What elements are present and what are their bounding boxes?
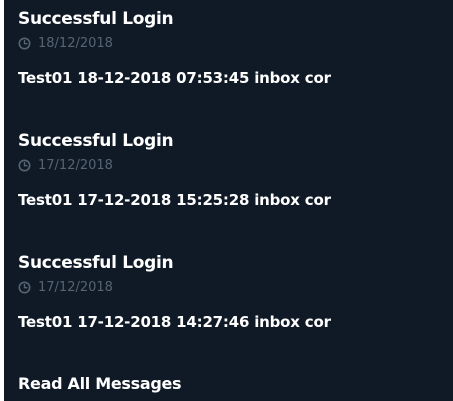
notification-date: 17/12/2018 [38,157,113,173]
notification-date-row: 17/12/2018 [18,155,113,175]
notification-date: 18/12/2018 [38,35,113,51]
notification-date-row: 17/12/2018 [18,277,113,297]
read-all-messages-link[interactable]: Read All Messages [18,373,182,395]
notification-message: Test01 18-12-2018 07:53:45 inbox cor [18,69,331,87]
notification-date-row: 18/12/2018 [18,33,113,53]
clock-icon [18,159,31,172]
notifications-panel: Successful Login 18/12/2018 Test01 18-12… [4,0,453,401]
notification-message: Test01 17-12-2018 15:25:28 inbox cor [18,191,331,209]
notification-message: Test01 17-12-2018 14:27:46 inbox cor [18,313,331,331]
notification-title: Successful Login [18,9,174,29]
notification-title: Successful Login [18,131,174,151]
clock-icon [18,281,31,294]
notification-title: Successful Login [18,253,174,273]
notification-date: 17/12/2018 [38,279,113,295]
clock-icon [18,37,31,50]
